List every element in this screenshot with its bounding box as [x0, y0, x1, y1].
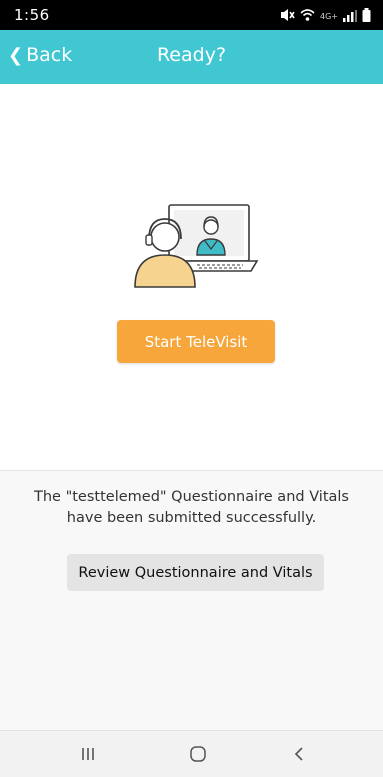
recent-apps-icon[interactable]	[68, 741, 108, 767]
battery-icon	[362, 7, 371, 26]
signal-icon	[343, 7, 357, 26]
wifi-icon	[300, 7, 315, 26]
submission-message: The "testtelemed" Questionnaire and Vita…	[34, 489, 349, 526]
review-questionnaire-button[interactable]: Review Questionnaire and Vitals	[67, 554, 324, 591]
nav-header: ❮ Back Ready?	[0, 30, 383, 84]
telemedicine-illustration	[133, 203, 259, 289]
nav-back-icon[interactable]	[279, 741, 319, 767]
android-nav-bar	[0, 730, 383, 777]
network-type-label: 4G+	[320, 12, 338, 21]
status-icons: 4G+	[279, 7, 371, 26]
submission-panel: The "testtelemed" Questionnaire and Vita…	[0, 471, 383, 730]
home-icon[interactable]	[178, 741, 218, 767]
page-title: Ready?	[156, 44, 227, 66]
start-televisit-button[interactable]: Start TeleVisit	[117, 320, 275, 363]
mute-icon	[279, 7, 295, 26]
status-bar: 1:56 4G+	[0, 0, 383, 30]
status-time: 1:56	[14, 6, 50, 24]
